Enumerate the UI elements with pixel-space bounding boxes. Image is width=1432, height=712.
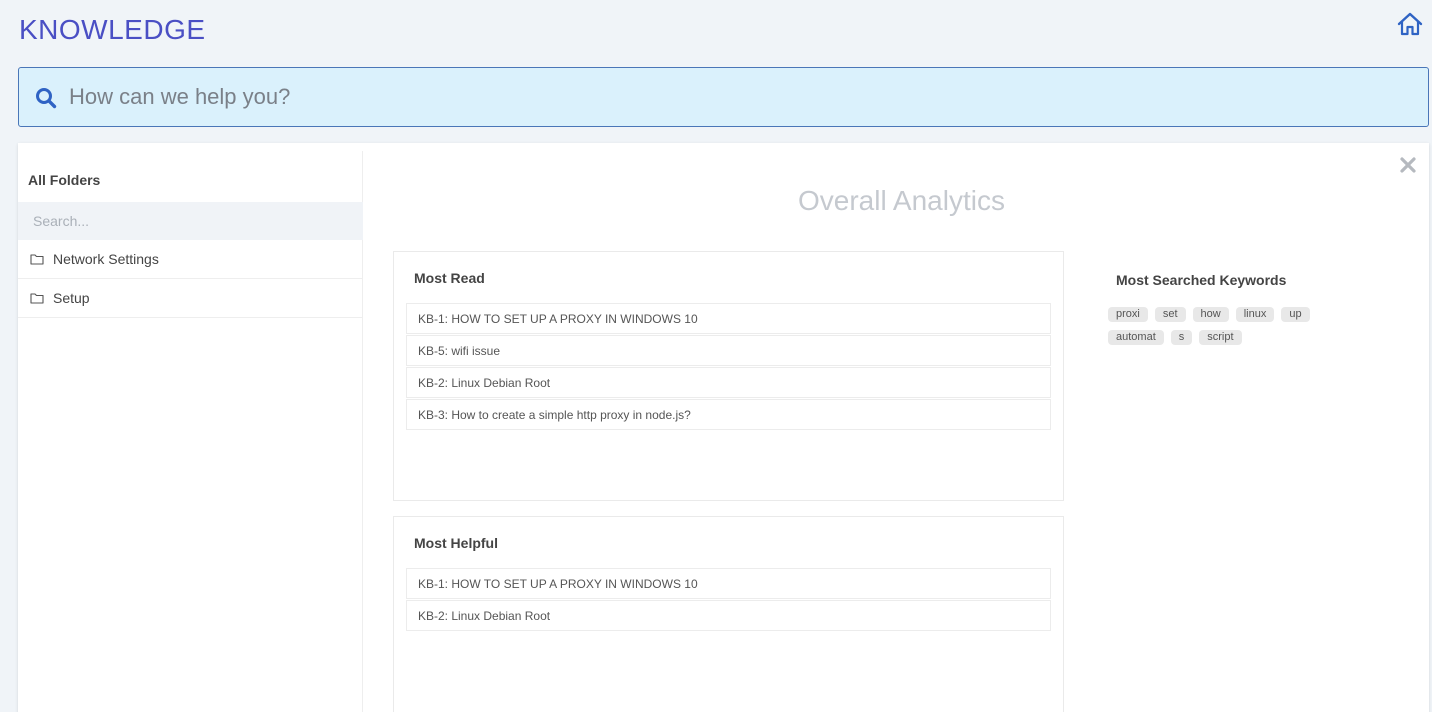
close-icon <box>1400 157 1416 173</box>
keywords-title: Most Searched Keywords <box>1116 272 1287 288</box>
keyword-tag[interactable]: s <box>1170 330 1193 345</box>
folder-icon <box>30 293 44 304</box>
folder-search-input[interactable] <box>18 202 363 240</box>
home-icon <box>1397 12 1423 36</box>
keyword-tag[interactable]: up <box>1281 307 1310 322</box>
keyword-tag[interactable]: proxi <box>1108 307 1148 322</box>
most-read-title: Most Read <box>414 270 485 286</box>
folder-item-setup[interactable]: Setup <box>18 279 363 318</box>
content-panel: All Folders Network Settings Setup Overa… <box>18 143 1429 712</box>
article-link[interactable]: KB-3: How to create a simple http proxy … <box>406 399 1051 430</box>
folder-sidebar: All Folders Network Settings Setup <box>18 151 363 712</box>
most-helpful-title: Most Helpful <box>414 535 498 551</box>
article-link[interactable]: KB-2: Linux Debian Root <box>406 367 1051 398</box>
folder-label: Network Settings <box>53 251 159 267</box>
most-read-list: KB-1: HOW TO SET UP A PROXY IN WINDOWS 1… <box>406 303 1051 431</box>
sidebar-title: All Folders <box>28 172 101 188</box>
folder-icon <box>30 254 44 265</box>
article-link[interactable]: KB-2: Linux Debian Root <box>406 600 1051 631</box>
most-helpful-list: KB-1: HOW TO SET UP A PROXY IN WINDOWS 1… <box>406 568 1051 632</box>
keyword-tag[interactable]: linux <box>1235 307 1275 322</box>
most-helpful-card: Most Helpful KB-1: HOW TO SET UP A PROXY… <box>393 516 1064 712</box>
article-link[interactable]: KB-1: HOW TO SET UP A PROXY IN WINDOWS 1… <box>406 568 1051 599</box>
keyword-tag[interactable]: automat <box>1108 330 1164 345</box>
article-link[interactable]: KB-5: wifi issue <box>406 335 1051 366</box>
keyword-tag[interactable]: script <box>1199 330 1242 345</box>
search-icon <box>36 88 57 109</box>
article-link[interactable]: KB-1: HOW TO SET UP A PROXY IN WINDOWS 1… <box>406 303 1051 334</box>
home-button[interactable] <box>1396 11 1424 37</box>
keyword-tags: proxi set how linux up automat s script <box>1108 307 1368 353</box>
folder-item-network-settings[interactable]: Network Settings <box>18 240 363 279</box>
most-read-card: Most Read KB-1: HOW TO SET UP A PROXY IN… <box>393 251 1064 501</box>
search-input[interactable] <box>69 76 1409 118</box>
analytics-title: Overall Analytics <box>798 185 1005 216</box>
close-button[interactable] <box>1398 155 1418 175</box>
folder-label: Setup <box>53 290 90 306</box>
page-title: KNOWLEDGE <box>19 14 206 45</box>
keyword-tag[interactable]: how <box>1192 307 1229 322</box>
folder-list: Network Settings Setup <box>18 240 363 318</box>
keyword-tag[interactable]: set <box>1154 307 1186 322</box>
search-bar <box>18 67 1429 127</box>
